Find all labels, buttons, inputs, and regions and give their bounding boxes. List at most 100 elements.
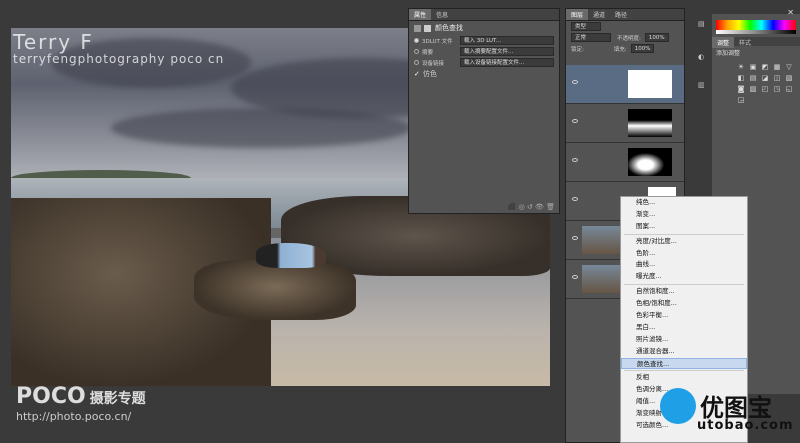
menu-item[interactable]: 图案... — [621, 221, 747, 233]
menu-item[interactable]: 曲线... — [621, 259, 747, 271]
checkbox-icon[interactable]: ✓ — [414, 70, 420, 78]
menu-item[interactable]: 色彩平衡... — [621, 310, 747, 322]
radio-icon[interactable] — [414, 38, 419, 43]
blend-mode-select[interactable]: 正常 — [571, 33, 611, 42]
adjustment-type-icon[interactable]: ◲ — [736, 96, 746, 105]
adjustment-type-icon[interactable]: ◪ — [760, 74, 770, 83]
radio-icon[interactable] — [414, 60, 419, 65]
option-select[interactable]: 载入 3D LUT... — [460, 36, 554, 45]
adjustment-type-icon[interactable]: ◳ — [772, 85, 782, 94]
poco-url: http://photo.poco.cn/ — [16, 410, 132, 423]
eye-icon[interactable] — [572, 80, 578, 84]
adjustment-type-icon[interactable]: ▧ — [784, 74, 794, 83]
layer-mask-thumb — [628, 70, 672, 98]
layer-row[interactable] — [566, 104, 684, 143]
adjustment-type-icon[interactable]: ◧ — [736, 74, 746, 83]
menu-item[interactable]: 反相 — [621, 372, 747, 384]
adjustment-type-icon[interactable]: ◙ — [736, 85, 746, 94]
adjustment-icon — [414, 24, 421, 32]
color-spectrum[interactable] — [716, 20, 796, 30]
person-image — [256, 243, 326, 268]
bird-logo-icon — [660, 388, 696, 424]
panel-footer-icons[interactable]: ⬛ ◎ ↺ 👁 🗑 — [508, 203, 555, 211]
menu-item[interactable]: 照片滤镜... — [621, 334, 747, 346]
adjustment-type-icon[interactable]: ▨ — [748, 85, 758, 94]
radio-icon[interactable] — [414, 49, 419, 54]
option-select[interactable]: 载入设备链接配置文件... — [460, 58, 554, 67]
dither-row[interactable]: ✓ 仿色 — [409, 68, 559, 79]
menu-item[interactable]: 通道混合器... — [621, 346, 747, 358]
option-select[interactable]: 载入摘要配置文件... — [460, 47, 554, 56]
menu-separator — [624, 284, 744, 286]
layer-mask-thumb — [628, 148, 672, 176]
brand-url: utobao.com — [697, 418, 794, 433]
cloud — [111, 108, 411, 148]
adjustment-type-icon[interactable]: ◰ — [760, 85, 770, 94]
layer-mask-thumb — [628, 109, 672, 137]
adjustment-type-icon[interactable]: ▦ — [772, 63, 782, 72]
menu-item[interactable]: 色相/饱和度... — [621, 298, 747, 310]
adjustment-type-icon[interactable]: ◩ — [760, 63, 770, 72]
tab-channels[interactable]: 通道 — [588, 9, 610, 20]
layer-image-thumb — [582, 226, 620, 254]
poco-logo: POCO 摄影专题 — [16, 384, 146, 409]
lut-option-row[interactable]: 设备链接 载入设备链接配置文件... — [409, 57, 559, 68]
mask-icon[interactable] — [424, 24, 431, 32]
option-label: 摘要 — [422, 49, 434, 56]
logo-brand: POCO — [16, 384, 86, 409]
tab-properties[interactable]: 属性 — [409, 9, 432, 20]
adjustment-type-icon[interactable]: ☀ — [736, 63, 746, 72]
side-toolstrip: ▤ ◐ ▥ — [698, 20, 708, 110]
tab-layers[interactable]: 图层 — [566, 9, 589, 20]
layer-row[interactable] — [566, 143, 684, 182]
menu-item[interactable]: 黑白... — [621, 322, 747, 334]
eye-icon[interactable] — [572, 197, 578, 201]
lut-option-row[interactable]: 摘要 载入摘要配置文件... — [409, 46, 559, 57]
adjustment-type-icon[interactable]: ▽ — [784, 63, 794, 72]
adjustment-type-icon[interactable]: ◱ — [784, 85, 794, 94]
blend-row: 正常 不透明度: 100% — [566, 32, 684, 43]
watermark-name: Terry F — [13, 30, 94, 54]
option-label: 3DLUT 文件 — [422, 38, 453, 45]
adjustments-tabbar: 调整 样式 — [712, 37, 800, 48]
tab-info[interactable]: 信息 — [431, 9, 453, 20]
lock-label: 锁定: — [571, 46, 584, 53]
close-icon[interactable]: ✕ — [787, 8, 794, 17]
tab-paths[interactable]: 路径 — [610, 9, 632, 20]
menu-item[interactable]: 曝光度... — [621, 271, 747, 283]
adjustment-type-icon[interactable]: ◫ — [772, 74, 782, 83]
adjustment-type-icon[interactable]: ▣ — [748, 63, 758, 72]
layer-image-thumb — [582, 265, 620, 293]
menu-item[interactable]: 自然饱和度... — [621, 286, 747, 298]
layers-tabbar: 图层 通道 路径 — [566, 9, 684, 21]
tab-adjustments[interactable]: 调整 — [712, 37, 735, 48]
adjustment-type-icon[interactable]: ▤ — [748, 74, 758, 83]
opacity-input[interactable]: 100% — [644, 33, 669, 42]
fill-input[interactable]: 100% — [630, 44, 655, 53]
grayscale-ramp[interactable] — [716, 30, 796, 34]
tool-icon[interactable]: ▤ — [698, 20, 708, 28]
menu-item[interactable]: 亮度/对比度... — [621, 236, 747, 248]
menu-item[interactable]: 渐变... — [621, 209, 747, 221]
layer-filter-row: 类型 — [566, 21, 684, 32]
properties-panel: 属性 信息 颜色查找 3DLUT 文件 载入 3D LUT... 摘要 载入摘要配置文件… — [408, 8, 560, 214]
tool-icon[interactable]: ▥ — [698, 81, 708, 89]
eye-icon[interactable] — [572, 158, 578, 162]
lut-option-row[interactable]: 3DLUT 文件 载入 3D LUT... — [409, 35, 559, 46]
add-adjustment-title: 添加调整 — [716, 50, 741, 57]
properties-header: 颜色查找 — [409, 21, 559, 35]
tab-styles[interactable]: 样式 — [734, 37, 756, 48]
eye-icon[interactable] — [572, 275, 578, 279]
properties-title: 颜色查找 — [435, 24, 463, 32]
eye-icon[interactable] — [572, 236, 578, 240]
menu-item[interactable]: 纯色... — [621, 197, 747, 209]
tool-icon[interactable]: ◐ — [698, 53, 708, 61]
eye-icon[interactable] — [572, 119, 578, 123]
menu-item[interactable]: 颜色查找... — [621, 357, 747, 370]
opacity-label: 不透明度: — [617, 35, 641, 42]
option-label: 设备链接 — [422, 60, 445, 67]
layer-row[interactable] — [566, 65, 684, 104]
lock-row: 锁定: 填充: 100% — [566, 43, 684, 54]
kind-select[interactable]: 类型 — [571, 22, 601, 31]
menu-item[interactable]: 色阶... — [621, 248, 747, 260]
